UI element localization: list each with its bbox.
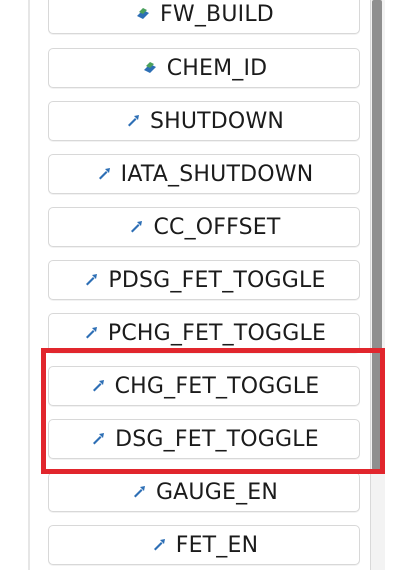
write-arrow-icon: [82, 324, 100, 342]
tag-icon: [141, 59, 159, 77]
button-label: IATA_SHUTDOWN: [120, 161, 314, 187]
button-label: CHG_FET_TOGGLE: [114, 373, 320, 399]
button-label: PDSG_FET_TOGGLE: [108, 267, 326, 293]
button-label: PCHG_FET_TOGGLE: [107, 320, 327, 346]
write-arrow-icon: [95, 165, 113, 183]
chem-id-button[interactable]: CHEM_ID: [48, 48, 360, 88]
button-label: CC_OFFSET: [153, 214, 281, 240]
dsg-fet-toggle-button[interactable]: DSG_FET_TOGGLE: [48, 419, 360, 459]
command-list-panel: FW_BUILD CHEM_ID SHUTDOWN IATA_SHUTDOWN …: [0, 0, 404, 570]
gauge-en-button[interactable]: GAUGE_EN: [48, 472, 360, 512]
shutdown-button[interactable]: SHUTDOWN: [48, 101, 360, 141]
fet-en-button[interactable]: FET_EN: [48, 525, 360, 565]
write-arrow-icon: [82, 271, 100, 289]
button-label: FW_BUILD: [160, 1, 274, 27]
panel-left-border: [28, 0, 30, 570]
pchg-fet-toggle-button[interactable]: PCHG_FET_TOGGLE: [48, 313, 360, 353]
write-arrow-icon: [124, 112, 142, 130]
write-arrow-icon: [130, 483, 148, 501]
fw-build-button[interactable]: FW_BUILD: [48, 0, 360, 34]
chg-fet-toggle-button[interactable]: CHG_FET_TOGGLE: [48, 366, 360, 406]
write-arrow-icon: [89, 377, 107, 395]
scrollbar-thumb[interactable]: [372, 0, 382, 470]
button-label: FET_EN: [175, 532, 259, 558]
button-label: DSG_FET_TOGGLE: [115, 426, 319, 452]
button-label: SHUTDOWN: [149, 108, 285, 134]
button-label: GAUGE_EN: [155, 479, 279, 505]
cc-offset-button[interactable]: CC_OFFSET: [48, 207, 360, 247]
button-label: CHEM_ID: [166, 55, 268, 81]
iata-shutdown-button[interactable]: IATA_SHUTDOWN: [48, 154, 360, 194]
write-arrow-icon: [150, 536, 168, 554]
tag-icon: [134, 5, 152, 23]
pdsg-fet-toggle-button[interactable]: PDSG_FET_TOGGLE: [48, 260, 360, 300]
write-arrow-icon: [89, 430, 107, 448]
write-arrow-icon: [127, 218, 145, 236]
